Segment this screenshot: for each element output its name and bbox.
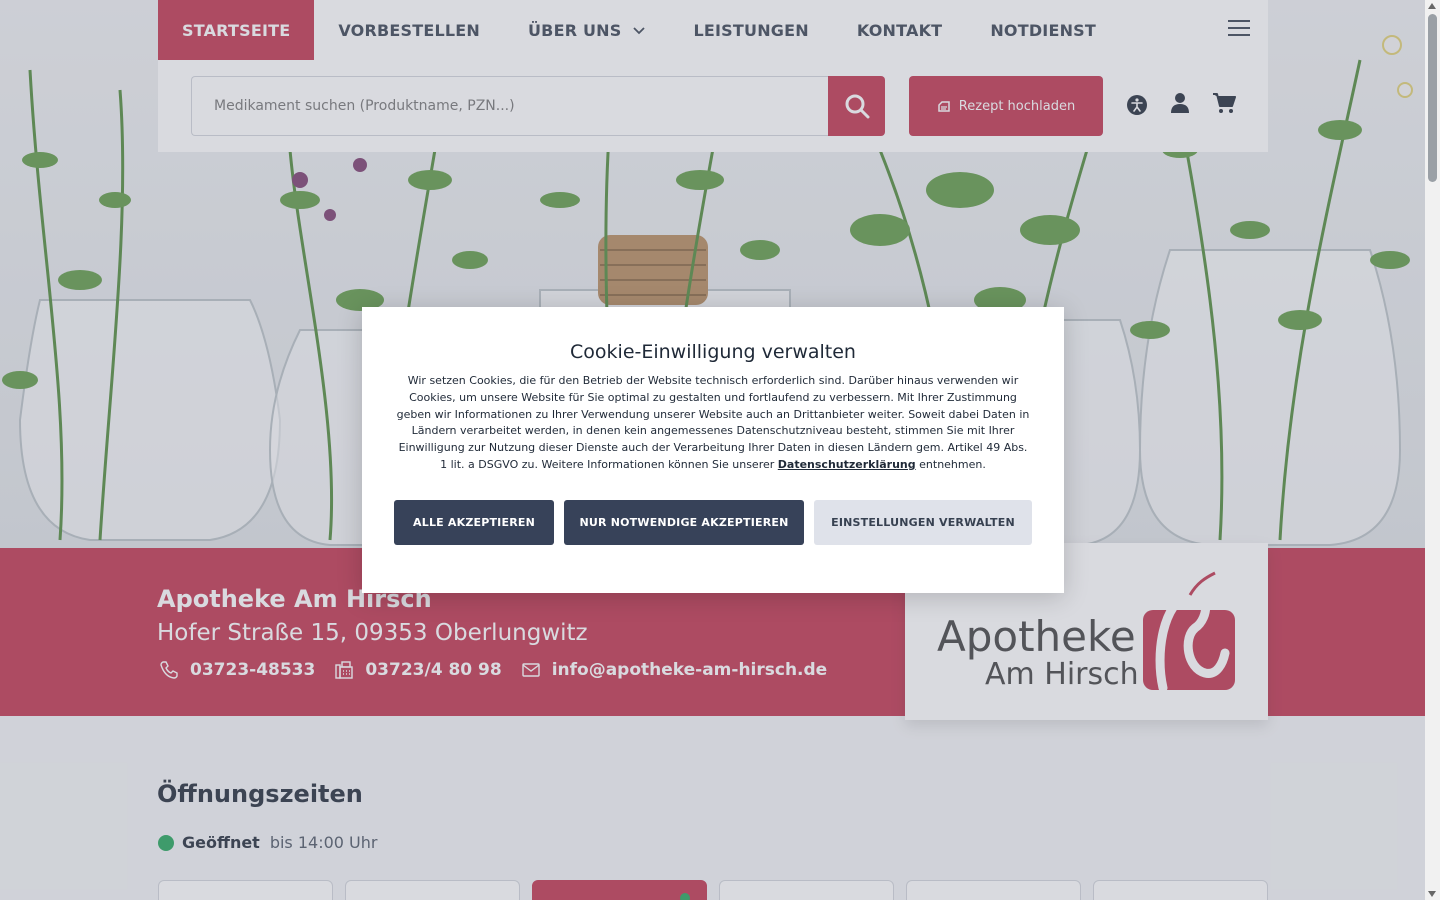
cookie-text-end: entnehmen. bbox=[919, 457, 986, 471]
manage-settings-button[interactable]: EINSTELLUNGEN VERWALTEN bbox=[814, 500, 1032, 545]
page-scrollbar[interactable] bbox=[1425, 0, 1440, 900]
scroll-up-arrow[interactable] bbox=[1428, 3, 1436, 9]
privacy-policy-link[interactable]: Datenschutzerklärung bbox=[778, 458, 916, 471]
cookie-dialog-title: Cookie-Einwilligung verwalten bbox=[570, 341, 856, 363]
cookie-consent-dialog: Cookie-Einwilligung verwalten Wir setzen… bbox=[362, 307, 1064, 593]
scrollbar-thumb[interactable] bbox=[1428, 14, 1437, 182]
accept-all-button[interactable]: ALLE AKZEPTIEREN bbox=[394, 500, 554, 545]
cookie-text-main: Wir setzen Cookies, die für den Betrieb … bbox=[396, 374, 1030, 471]
scroll-down-arrow[interactable] bbox=[1428, 891, 1436, 897]
accept-necessary-button[interactable]: NUR NOTWENDIGE AKZEPTIEREN bbox=[564, 500, 804, 545]
cookie-dialog-text: Wir setzen Cookies, die für den Betrieb … bbox=[394, 373, 1032, 474]
